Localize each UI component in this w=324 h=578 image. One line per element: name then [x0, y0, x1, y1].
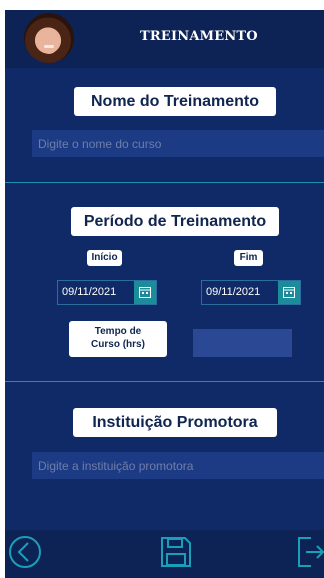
avatar[interactable] [24, 13, 74, 63]
end-date-label: Fim [234, 250, 263, 266]
start-date-label: Início [87, 250, 122, 266]
end-calendar-button[interactable] [278, 281, 300, 304]
course-duration-label-line1: Tempo de [94, 326, 142, 337]
divider-1 [5, 182, 324, 183]
end-date-picker[interactable]: 09/11/2021 [201, 280, 301, 305]
header-bar: TREINAMENTO [5, 10, 324, 68]
back-button[interactable] [7, 534, 43, 575]
calendar-icon [139, 287, 151, 298]
calendar-icon [283, 287, 295, 298]
institution-label: Instituição Promotora [73, 408, 277, 437]
course-duration-label: Tempo de Curso (hrs) [69, 321, 167, 357]
start-calendar-button[interactable] [134, 281, 156, 304]
training-period-label: Período de Treinamento [71, 207, 279, 236]
start-date-value: 09/11/2021 [62, 286, 117, 298]
divider-2 [5, 381, 324, 382]
logout-button[interactable] [297, 536, 324, 573]
save-icon [161, 537, 191, 567]
avatar-smile [44, 45, 54, 48]
app-screen: TREINAMENTO Nome do Treinamento Período … [5, 10, 324, 578]
logout-icon [298, 537, 324, 567]
course-duration-label-line2: Curso (hrs) [91, 339, 145, 350]
back-icon [9, 536, 41, 568]
course-name-label: Nome do Treinamento [74, 87, 276, 116]
institution-input[interactable] [32, 452, 324, 479]
footer-bar [5, 530, 324, 578]
end-date-value: 09/11/2021 [206, 286, 261, 298]
course-duration-input[interactable] [193, 329, 292, 357]
course-name-input[interactable] [32, 130, 324, 157]
save-button[interactable] [160, 536, 192, 573]
page-title: TREINAMENTO [140, 29, 258, 44]
avatar-face [39, 30, 59, 54]
start-date-picker[interactable]: 09/11/2021 [57, 280, 157, 305]
